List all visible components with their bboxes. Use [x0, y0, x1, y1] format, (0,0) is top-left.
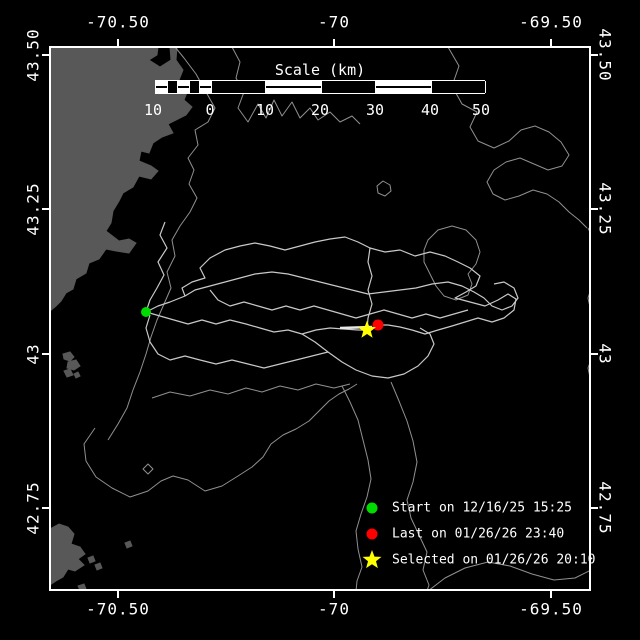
legend-star-icon — [362, 550, 382, 569]
axis-label-left: 42.75 — [23, 481, 43, 535]
axis-label-left: 43 — [23, 343, 43, 365]
scale-bar-tick-label: 10 — [255, 101, 275, 119]
axis-label-bottom: -69.50 — [519, 599, 583, 619]
scale-bar-tick-label: 40 — [420, 101, 440, 119]
legend-item-label: Selected on 01/26/26 20:10 — [392, 552, 596, 568]
legend-item-label: Last on 01/26/26 23:40 — [392, 526, 565, 542]
axis-tick — [42, 208, 49, 210]
axis-label-left: 43.50 — [23, 28, 43, 82]
legend-circle-icon — [366, 502, 378, 514]
scale-bar-subsegment — [156, 81, 167, 93]
axis-tick — [333, 39, 335, 46]
scale-bar-subsegment — [189, 81, 200, 93]
scale-bar-tick-label: 0 — [205, 101, 215, 119]
scale-bar-segment — [321, 81, 376, 93]
legend-symbol-shape — [362, 550, 382, 569]
axis-tick — [117, 591, 119, 598]
axis-label-right: 43.25 — [595, 182, 615, 236]
legend-item-label: Start on 12/16/25 15:25 — [392, 500, 573, 516]
tracking-map-view: -70.50 -70 -69.50 -70.50 -70 -69.50 43.50 43.25… — [0, 0, 640, 640]
axis-tick — [42, 54, 49, 56]
axis-label-top: -70.50 — [86, 12, 150, 32]
scale-bar-segment — [431, 81, 486, 93]
scale-bar-segment — [376, 81, 431, 93]
scale-bar-tick-label: 20 — [310, 101, 330, 119]
scale-bar-subsegment — [178, 81, 189, 93]
axis-label-bottom: -70.50 — [86, 599, 150, 619]
scale-bar-title: Scale (km) — [274, 61, 366, 79]
legend-symbol-shape — [366, 502, 378, 514]
scale-bar-tick-label: 50 — [471, 101, 491, 119]
scale-bar-segment — [211, 81, 266, 93]
legend-symbol-shape — [366, 528, 378, 540]
axis-tick — [550, 591, 552, 598]
axis-label-top: -70 — [318, 12, 350, 32]
legend-circle-icon — [366, 528, 378, 540]
scale-bar-subsegment — [167, 81, 178, 93]
axis-tick — [42, 507, 49, 509]
axis-label-top: -69.50 — [519, 12, 583, 32]
axis-tick — [117, 39, 119, 46]
axis-tick — [333, 591, 335, 598]
axis-label-right: 42.75 — [595, 481, 615, 535]
axis-label-bottom: -70 — [318, 599, 350, 619]
axis-tick — [42, 353, 49, 355]
scale-bar — [155, 80, 486, 94]
scale-bar-tick-label: 30 — [365, 101, 385, 119]
axis-label-right: 43.50 — [595, 28, 615, 82]
scale-bar-tick-label: 10 — [143, 101, 163, 119]
axis-label-right: 43 — [595, 343, 615, 365]
scale-bar-segment — [266, 81, 321, 93]
scale-bar-subsegment — [200, 81, 211, 93]
axis-tick — [550, 39, 552, 46]
axis-label-left: 43.25 — [23, 182, 43, 236]
